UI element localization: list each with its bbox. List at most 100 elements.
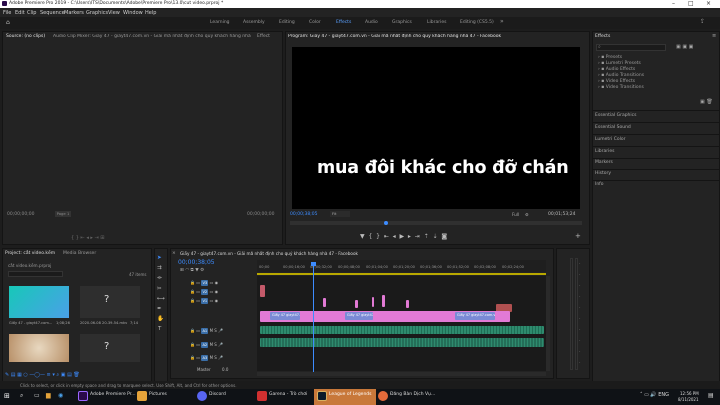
add-marker-icon[interactable]: ▼	[360, 233, 365, 240]
source-transport-controls[interactable]: { } ⇤ ◂ ▸ ⇥ ⊞	[71, 235, 105, 241]
info-panel[interactable]: Info	[595, 182, 604, 187]
home-icon[interactable]: ⌂	[6, 19, 10, 26]
video-clip[interactable]	[406, 300, 409, 308]
menu-edit[interactable]: Edit	[15, 10, 25, 16]
pen-tool-icon[interactable]: ✒	[157, 306, 162, 312]
file-thumbnail-4[interactable]: ?	[80, 334, 140, 362]
slip-tool-icon[interactable]: ⟷	[157, 296, 165, 302]
menu-help[interactable]: Help	[145, 10, 156, 16]
timeline-tracks-area[interactable]	[257, 276, 546, 371]
program-quality-select[interactable]: Full	[512, 212, 519, 217]
program-transport-controls[interactable]: ▼ { } ⇤ ◂ ▶ ▸ ⇥ ⇡ ⇣ ◙	[360, 233, 447, 240]
audio-clip-a1[interactable]	[260, 326, 544, 334]
track-v3-controls[interactable]: 🔒 ▭ V3 ▭ ◉	[190, 280, 218, 286]
file-thumbnail-2[interactable]: ?	[80, 286, 140, 318]
go-to-out-icon[interactable]: ⇥	[415, 233, 420, 240]
timeline-snap-tools[interactable]: ⊞ ◠ ⧉ ▼ ⚙	[180, 267, 204, 273]
project-tab[interactable]: Project: cắt video.kềm	[5, 251, 55, 256]
image-thumbnail-3[interactable]	[9, 334, 69, 362]
taskbar-premiere[interactable]: Adobe Premiere Pr...	[90, 392, 136, 397]
lumetri-color-panel[interactable]: Lumetri Color	[595, 137, 625, 142]
project-footer-tools[interactable]: ✎ ▤ ▦ ○ —◯— ≡ ▾ ⌕ ▣ ▤ 🗑	[5, 372, 80, 378]
settings-icon[interactable]: ⚙	[525, 212, 529, 217]
timeline-scrollbar[interactable]	[546, 276, 550, 371]
program-scrubber[interactable]	[290, 221, 582, 225]
hand-tool-icon[interactable]: ✋	[157, 316, 164, 322]
menu-markers[interactable]: Markers	[64, 10, 84, 16]
markers-panel[interactable]: Markers	[595, 160, 613, 165]
effects-folder-audio-transitions[interactable]: › ▪ Audio Transitions	[598, 73, 644, 78]
play-icon[interactable]: ▶	[399, 233, 404, 240]
accelerated-effects-icon[interactable]: ▣ ▣ ▣	[676, 44, 693, 50]
source-page-select[interactable]: Page 1	[55, 211, 71, 217]
workspace-assembly[interactable]: Assembly	[243, 20, 265, 25]
workspace-learning[interactable]: Learning	[210, 20, 230, 25]
video-clip[interactable]	[382, 295, 385, 307]
mark-out-icon[interactable]: }	[376, 233, 380, 240]
program-video-frame[interactable]	[292, 47, 580, 209]
media-browser-tab[interactable]: Media Browser	[63, 251, 96, 256]
audio-clip-a2[interactable]	[260, 338, 544, 347]
taskbar-pictures[interactable]: Pictures	[149, 392, 167, 397]
workspace-effects[interactable]: Effects	[336, 20, 351, 25]
selection-tool-icon[interactable]: ➤	[157, 255, 162, 261]
menu-clip[interactable]: Clip	[27, 10, 36, 16]
go-to-in-icon[interactable]: ⇤	[384, 233, 389, 240]
sequence-tab[interactable]: Giầy 47 - giayt47.com.vn - Giải mã nhất …	[180, 251, 380, 256]
taskbar-dang-ban[interactable]: Đăng Bàn Dịch Vụ...	[390, 392, 435, 397]
quick-export-icon[interactable]: ⇪	[700, 18, 705, 25]
workspace-editing[interactable]: Editing	[279, 20, 295, 25]
taskbar-garena[interactable]: Garena - Trò chơi	[269, 392, 307, 397]
timeline-playhead[interactable]	[313, 262, 314, 372]
taskbar-search-icon[interactable]: ⌕	[20, 392, 23, 400]
audio-clip-mixer-tab[interactable]: Audio Clip Mixer: Giầy 47 - giayt47.com.…	[53, 34, 251, 39]
minimize-icon[interactable]: –	[672, 0, 675, 8]
playhead-handle[interactable]	[311, 262, 316, 266]
type-tool-icon[interactable]: T	[158, 326, 161, 332]
taskbar-discord[interactable]: Discord	[209, 392, 226, 397]
track-a3-controls[interactable]: 🔒 ▭ A3 M S 🎤	[190, 355, 223, 361]
source-tab[interactable]: Source: (no clips)	[6, 34, 45, 39]
add-button-icon[interactable]: +	[575, 232, 581, 240]
program-current-timecode[interactable]: 00;00;38;05	[290, 212, 317, 217]
panel-menu-icon[interactable]: ≡	[712, 33, 716, 39]
taskbar-date[interactable]: 8/11/2021	[678, 397, 699, 402]
timeline-timecode[interactable]: 00;00;38;05	[178, 259, 215, 266]
track-select-tool-icon[interactable]: ⇉	[157, 265, 162, 271]
track-a1-controls[interactable]: 🔒 ▭ A1 M S 🎤	[190, 328, 223, 334]
razor-tool-icon[interactable]: ✂	[157, 286, 162, 292]
effects-folder-lumetri-presets[interactable]: › ▪ Lumetri Presets	[598, 61, 641, 66]
effects-folder-video-effects[interactable]: › ▪ Video Effects	[598, 79, 635, 84]
work-area-bar[interactable]	[257, 273, 546, 275]
menu-file[interactable]: File	[3, 10, 11, 16]
step-back-icon[interactable]: ◂	[393, 233, 396, 240]
menu-view[interactable]: View	[108, 10, 120, 16]
workspace-libraries[interactable]: Libraries	[427, 20, 446, 25]
program-fit-select[interactable]: Fit	[330, 211, 350, 217]
effects-folder-audio-effects[interactable]: › ▪ Audio Effects	[598, 67, 635, 72]
essential-sound-panel[interactable]: Essential Sound	[595, 125, 631, 130]
clip-thumbnail-1[interactable]	[9, 286, 69, 318]
close-icon[interactable]: ×	[706, 0, 711, 8]
menu-window[interactable]: Window	[123, 10, 143, 16]
workspace-graphics[interactable]: Graphics	[392, 20, 412, 25]
system-tray-icons[interactable]: ˄ ▭ 🔊 ENG	[640, 392, 669, 398]
more-workspaces-icon[interactable]: »	[500, 18, 504, 25]
program-playhead[interactable]	[384, 221, 388, 225]
video-clip[interactable]	[355, 300, 358, 308]
ripple-edit-tool-icon[interactable]: ⟛	[157, 275, 162, 282]
track-v1-controls[interactable]: 🔒 ▭ V1 ▭ ◉	[190, 298, 218, 304]
effects-search-input[interactable]: ⌕	[596, 44, 666, 51]
workspace-editing-cs55[interactable]: Editing (CS5.5)	[460, 20, 494, 25]
taskbar-time[interactable]: 12:56 PM	[680, 391, 699, 396]
mark-in-icon[interactable]: {	[368, 233, 372, 240]
effects-folder-video-transitions[interactable]: › ▪ Video Transitions	[598, 85, 644, 90]
project-search-input[interactable]	[8, 271, 63, 277]
track-a2-controls[interactable]: 🔒 ▭ A2 M S 🎤	[190, 342, 223, 348]
master-track-value[interactable]: 0.0	[222, 367, 228, 372]
taskbar-league-of-legends[interactable]: League of Legends	[329, 392, 372, 397]
program-tab[interactable]: Program: Giầy 47 - giayt47.com.vn - Giải…	[288, 34, 578, 39]
history-panel[interactable]: History	[595, 171, 611, 176]
file-explorer-icon[interactable]: ▆	[46, 392, 51, 399]
timeline-h-scrollbar[interactable]	[257, 372, 546, 376]
